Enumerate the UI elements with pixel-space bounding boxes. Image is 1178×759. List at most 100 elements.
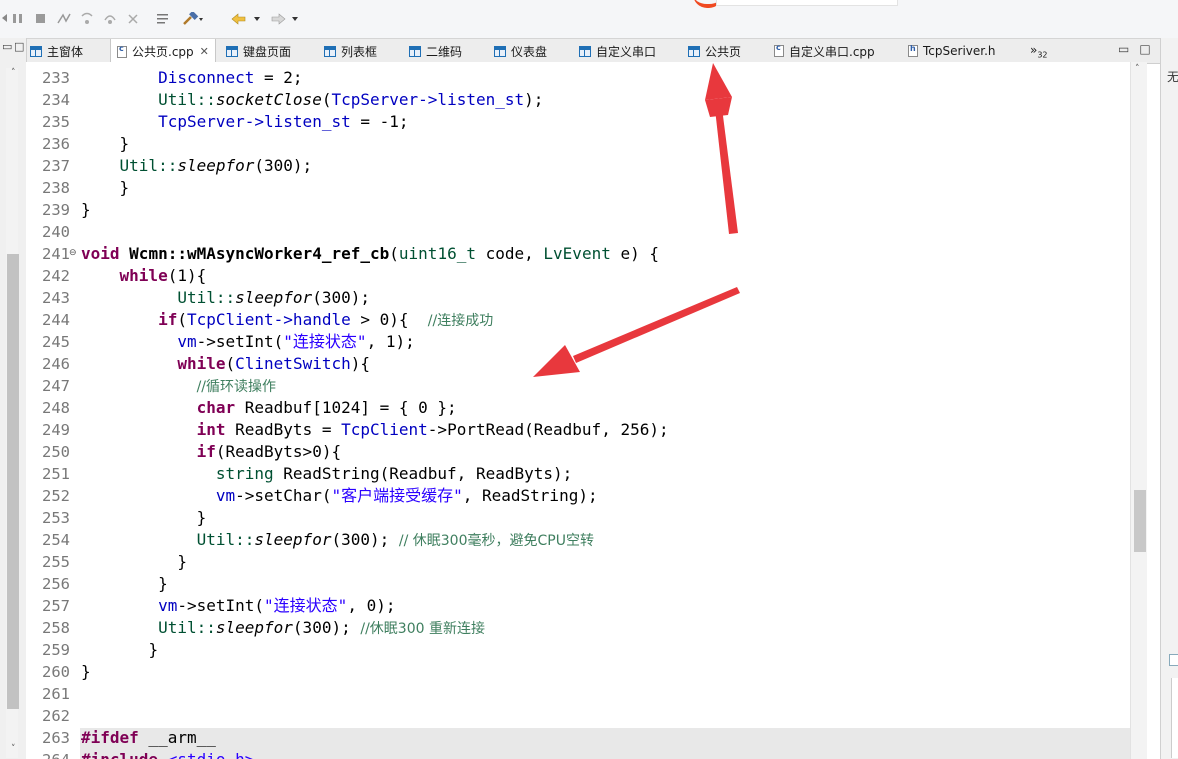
tab-main-window[interactable]: 主窗体 xyxy=(30,39,83,63)
line-number: 248 xyxy=(42,399,70,417)
line-number: 239 xyxy=(42,201,70,219)
pause-icon[interactable] xyxy=(12,12,24,25)
form-icon xyxy=(226,45,238,57)
list-icon[interactable] xyxy=(156,12,168,25)
tab-label: 主窗体 xyxy=(47,44,84,59)
editor-tab-bar: 主窗体 公共页.cpp✕ 键盘页面 列表框 二维码 仪表盘 自定义串口 公共页 … xyxy=(0,38,1160,64)
close-icon[interactable]: ✕ xyxy=(200,45,209,58)
code-line-250: if(ReadByts>0){ xyxy=(81,441,342,463)
panel-maximize-icon[interactable]: □ xyxy=(14,40,24,53)
tab-custom-serial-cpp[interactable]: 自定义串口.cpp xyxy=(774,39,875,63)
token-namespace: Util:: xyxy=(177,288,236,307)
token-text: ( xyxy=(389,244,399,263)
line-number: 255 xyxy=(42,553,70,571)
editor-vertical-scrollbar[interactable]: ˄ xyxy=(1130,62,1147,759)
nav-back-icon[interactable] xyxy=(230,12,260,25)
token-text: ->setChar( xyxy=(235,486,332,505)
code-line-246: while(ClinetSwitch){ xyxy=(81,353,370,375)
line-number: 251 xyxy=(42,465,70,483)
code-line-234: Util::socketClose(TcpServer->listen_st); xyxy=(81,89,543,111)
line-number: 246 xyxy=(42,355,70,373)
code-line-260: } xyxy=(81,661,91,683)
code-line-248: char Readbuf[1024] = { 0 }; xyxy=(81,397,457,419)
restore-panel-icon[interactable]: ▭ xyxy=(2,40,12,53)
tab-tcpseriver-h[interactable]: TcpSeriver.h xyxy=(908,39,996,63)
tab-qrcode[interactable]: 二维码 xyxy=(409,39,462,63)
token-field: TcpClient->handle xyxy=(186,310,351,329)
tab-custom-serial[interactable]: 自定义串口 xyxy=(579,39,656,63)
token-type: LvEvent xyxy=(543,244,611,263)
token-text: } xyxy=(119,134,130,153)
token-text: = -1; xyxy=(350,112,409,131)
token-text: ( xyxy=(225,354,236,373)
tab-label: 自定义串口.cpp xyxy=(789,44,875,59)
token-text: } xyxy=(177,552,187,571)
window-controls: ▭□ xyxy=(1118,42,1161,56)
tab-label: 公共页.cpp xyxy=(132,45,194,59)
form-icon xyxy=(579,45,591,57)
token-text: (1){ xyxy=(167,266,207,285)
build-hammer-icon[interactable] xyxy=(182,12,203,25)
code-line-253: } xyxy=(81,507,207,529)
form-icon xyxy=(494,45,506,57)
tab-label: 列表框 xyxy=(341,44,378,59)
token-text: (ReadByts>0){ xyxy=(215,442,342,461)
line-number: 260 xyxy=(42,663,70,681)
code-line-236: } xyxy=(81,133,130,155)
minimize-icon[interactable]: ▭ xyxy=(1118,42,1139,56)
line-number: 234 xyxy=(42,91,70,109)
stop-icon[interactable] xyxy=(35,12,47,25)
token-text: ); xyxy=(524,90,544,109)
step-return-icon[interactable] xyxy=(126,12,138,25)
tab-overflow-button[interactable]: »32 xyxy=(1030,43,1048,59)
line-number: 263 xyxy=(42,729,70,747)
disconnect-icon[interactable] xyxy=(57,12,71,25)
token-text: , ReadString); xyxy=(462,486,598,505)
token-text: } xyxy=(119,178,130,197)
token-namespace: Util:: xyxy=(119,156,178,175)
back-small-icon[interactable] xyxy=(0,12,12,25)
code-line-238: } xyxy=(81,177,130,199)
tab-listbox[interactable]: 列表框 xyxy=(324,39,377,63)
panel-label: 无 xyxy=(1167,70,1178,84)
code-line-241: void Wcmn::wMAsyncWorker4_ref_cb(uint16_… xyxy=(81,243,659,265)
code-line-252: vm->setChar("客户端接受缓存", ReadString); xyxy=(81,485,598,507)
outline-toggle-icon[interactable] xyxy=(1169,654,1178,666)
scroll-down-arrow-icon[interactable]: ˅ xyxy=(11,744,16,754)
tab-keyboard-page[interactable]: 键盘页面 xyxy=(226,39,291,63)
token-text: (300); xyxy=(292,618,361,637)
tab-label: 二维码 xyxy=(426,44,463,59)
token-text: } xyxy=(81,662,91,681)
token-string: "客户端接受缓存" xyxy=(331,486,463,505)
token-text: code, xyxy=(475,244,544,263)
tab-public-page[interactable]: 公共页 xyxy=(688,39,741,63)
scroll-up-arrow-icon[interactable]: ˄ xyxy=(1135,64,1140,74)
code-editor[interactable]: 233 234 235 236 237 238 239 240 241 ⊖ 24… xyxy=(26,62,1130,759)
scroll-thumb[interactable] xyxy=(1134,490,1146,552)
left-panel-scrollbar[interactable]: ˄ ˅ xyxy=(6,68,19,758)
token-text: __arm__ xyxy=(138,728,216,747)
code-line-255: } xyxy=(81,551,187,573)
code-line-263: #ifdef __arm__ xyxy=(81,727,216,749)
step-into-icon[interactable] xyxy=(80,12,93,25)
token-keyword: while xyxy=(119,266,168,285)
code-line-254: Util::sleepfor(300); // 休眠300毫秒，避免CPU空转 xyxy=(81,529,594,552)
scroll-thumb[interactable] xyxy=(7,254,19,709)
nav-forward-icon[interactable] xyxy=(270,12,298,25)
token-text: ->setInt( xyxy=(196,332,284,351)
line-number: 241 xyxy=(42,245,70,263)
step-over-icon[interactable] xyxy=(103,12,116,25)
line-number: 235 xyxy=(42,113,70,131)
maximize-icon[interactable]: □ xyxy=(1139,42,1160,56)
line-number: 258 xyxy=(42,619,70,637)
code-line-233: Disconnect = 2; xyxy=(81,67,303,89)
tab-public-page-cpp[interactable]: 公共页.cpp ✕ xyxy=(110,39,216,64)
tab-gauge[interactable]: 仪表盘 xyxy=(494,39,547,63)
token-comment: //循环读操作 xyxy=(196,379,277,395)
token-text: , 0); xyxy=(347,596,396,615)
fold-collapse-icon[interactable]: ⊖ xyxy=(69,248,77,258)
scroll-up-arrow-icon[interactable]: ˄ xyxy=(11,68,16,78)
code-line-237: Util::sleepfor(300); xyxy=(81,155,313,177)
main-toolbar xyxy=(0,0,1178,38)
line-number: 238 xyxy=(42,179,70,197)
